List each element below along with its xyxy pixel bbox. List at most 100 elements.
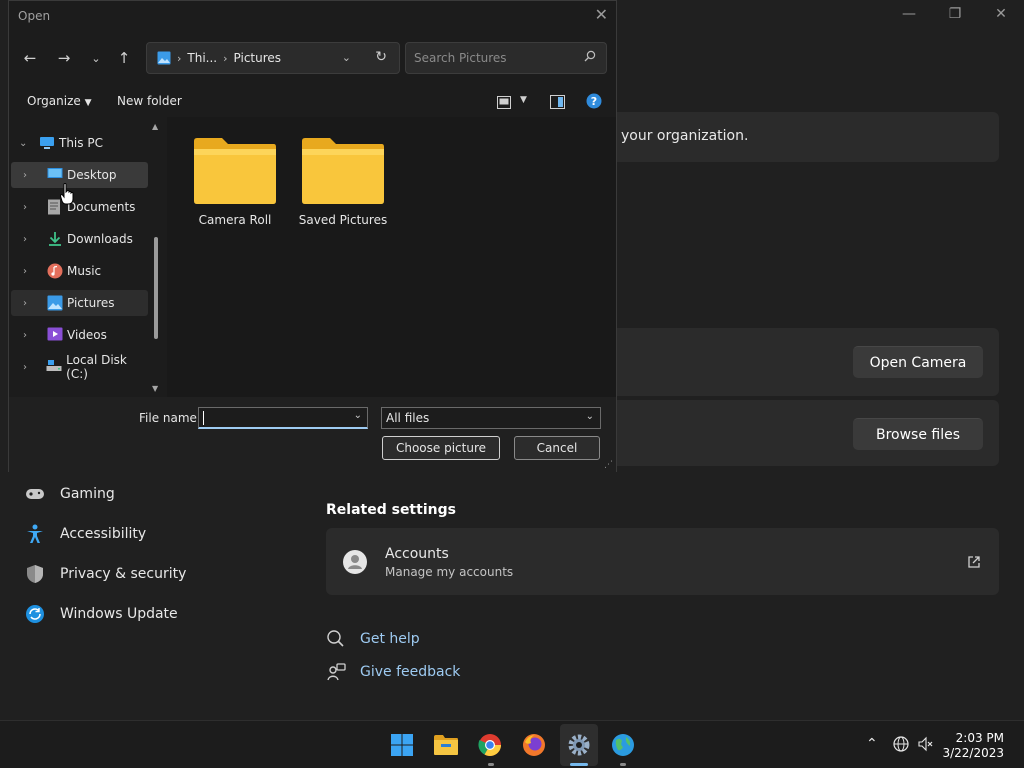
back-icon[interactable]: ←: [19, 47, 41, 69]
volume-muted-icon[interactable]: [918, 736, 934, 756]
up-icon[interactable]: ↑: [113, 47, 135, 69]
pictures-location-icon: [157, 51, 171, 65]
file-explorer-icon[interactable]: [432, 731, 460, 759]
chrome-icon[interactable]: [476, 731, 504, 759]
folder-saved-pictures[interactable]: Saved Pictures: [293, 137, 393, 227]
get-help-label: Get help: [360, 631, 420, 647]
folder-label: Camera Roll: [198, 213, 272, 227]
network-globe-icon[interactable]: [893, 736, 909, 756]
accounts-subtitle: Manage my accounts: [385, 565, 514, 579]
shield-icon: [24, 563, 46, 585]
accounts-icon: [342, 549, 368, 579]
settings-gear-icon[interactable]: [565, 731, 593, 759]
new-folder-button[interactable]: New folder: [117, 94, 182, 108]
gamepad-icon: [24, 483, 46, 505]
cancel-button[interactable]: Cancel: [514, 436, 600, 460]
maximize-icon[interactable]: ❐: [932, 6, 978, 22]
tree-scrollbar[interactable]: [154, 237, 158, 339]
search-input[interactable]: Search Pictures: [405, 42, 607, 74]
recent-locations-icon[interactable]: ⌄: [85, 47, 107, 69]
search-placeholder: Search Pictures: [414, 51, 507, 65]
file-type-select[interactable]: All files ⌄: [381, 407, 601, 429]
resize-grip-icon[interactable]: ⋰: [604, 460, 613, 470]
chevron-right-icon[interactable]: ›: [23, 234, 39, 245]
tray-overflow-icon[interactable]: ⌃: [866, 736, 878, 752]
organize-button[interactable]: Organize ▼: [27, 94, 92, 108]
external-link-icon: [967, 554, 981, 573]
chevron-right-icon[interactable]: ›: [23, 170, 39, 181]
give-feedback-link[interactable]: Give feedback: [326, 662, 460, 682]
address-dropdown-icon[interactable]: ⌄: [342, 51, 351, 64]
desktop-icon: [47, 167, 63, 183]
dialog-footer: File name: ⌄ All files ⌄ Choose picture …: [9, 397, 616, 472]
search-icon[interactable]: [584, 50, 596, 65]
nav-label: Privacy & security: [60, 566, 187, 582]
scroll-down-icon[interactable]: ▼: [152, 384, 158, 393]
give-feedback-label: Give feedback: [360, 664, 461, 680]
tree-label: Pictures: [67, 296, 115, 310]
file-name-input[interactable]: ⌄: [198, 407, 368, 429]
address-bar[interactable]: › Thi... › Pictures ⌄ ↻: [146, 42, 400, 74]
folder-icon: [302, 138, 384, 204]
tree-item-videos[interactable]: › Videos: [11, 322, 148, 348]
globe-app-icon[interactable]: [609, 731, 637, 759]
start-icon[interactable]: [388, 731, 416, 759]
open-camera-button[interactable]: Open Camera: [853, 346, 983, 378]
folder-camera-roll[interactable]: Camera Roll: [185, 137, 285, 227]
help-icon: [326, 629, 346, 649]
file-list: Camera Roll Saved Pictures: [167, 117, 616, 397]
settings-running-indicator: [570, 763, 588, 766]
nav-item-gaming[interactable]: Gaming: [24, 483, 115, 505]
tree-item-local-disk[interactable]: › Local Disk (C:): [11, 353, 148, 381]
tree-item-pictures[interactable]: › Pictures: [11, 290, 148, 316]
globe-app-running-indicator: [620, 763, 626, 766]
taskbar: ⌃ 2:03 PM 3/22/2023: [0, 720, 1024, 768]
chevron-right-icon[interactable]: ›: [23, 362, 38, 373]
nav-label: Gaming: [60, 486, 115, 502]
help-icon[interactable]: ?: [586, 93, 602, 113]
tree-item-this-pc[interactable]: ⌄ This PC: [11, 130, 151, 156]
refresh-icon[interactable]: ↻: [375, 49, 387, 65]
tree-item-desktop[interactable]: › Desktop: [11, 162, 148, 188]
browse-files-button[interactable]: Browse files: [853, 418, 983, 450]
chevron-right-icon[interactable]: ›: [23, 330, 39, 341]
close-icon[interactable]: ✕: [978, 6, 1024, 22]
pictures-icon: [47, 295, 63, 311]
tree-item-documents[interactable]: › Documents: [11, 194, 148, 220]
choose-picture-button[interactable]: Choose picture: [382, 436, 500, 460]
chevron-right-icon[interactable]: ›: [23, 266, 39, 277]
file-type-value: All files: [386, 411, 430, 425]
chevron-right-icon[interactable]: ›: [23, 298, 39, 309]
download-icon: [47, 231, 63, 247]
chevron-right-icon[interactable]: ›: [23, 202, 39, 213]
view-icon[interactable]: [497, 94, 511, 113]
update-icon: [24, 603, 46, 625]
minimize-icon[interactable]: —: [886, 6, 932, 22]
firefox-icon[interactable]: [520, 731, 548, 759]
clock[interactable]: 2:03 PM 3/22/2023: [942, 731, 1004, 761]
tree-label: Documents: [67, 200, 136, 214]
expand-chevron-icon[interactable]: ⌄: [19, 138, 35, 149]
file-type-dropdown-icon[interactable]: ⌄: [586, 411, 594, 422]
file-name-dropdown-icon[interactable]: ⌄: [354, 410, 362, 421]
dialog-close-icon[interactable]: ✕: [595, 5, 608, 24]
videos-icon: [47, 327, 63, 343]
tree-label: Downloads: [67, 232, 133, 246]
feedback-icon: [326, 662, 346, 682]
get-help-link[interactable]: Get help: [326, 629, 420, 649]
nav-item-accessibility[interactable]: Accessibility: [24, 523, 146, 545]
folder-icon: [194, 138, 276, 204]
breadcrumb-root[interactable]: Thi...: [187, 51, 217, 65]
nav-item-windows-update[interactable]: Windows Update: [24, 603, 178, 625]
breadcrumb-current[interactable]: Pictures: [234, 51, 282, 65]
chrome-running-indicator: [488, 763, 494, 766]
nav-item-privacy[interactable]: Privacy & security: [24, 563, 186, 585]
view-dropdown-icon[interactable]: ▼: [520, 95, 527, 105]
clock-date: 3/22/2023: [942, 746, 1004, 760]
preview-pane-icon[interactable]: [550, 94, 565, 113]
forward-icon[interactable]: →: [53, 47, 75, 69]
tree-item-music[interactable]: › Music: [11, 258, 148, 284]
scroll-up-icon[interactable]: ▲: [152, 122, 158, 131]
tree-item-downloads[interactable]: › Downloads: [11, 226, 148, 252]
tree-label: Videos: [67, 328, 107, 342]
